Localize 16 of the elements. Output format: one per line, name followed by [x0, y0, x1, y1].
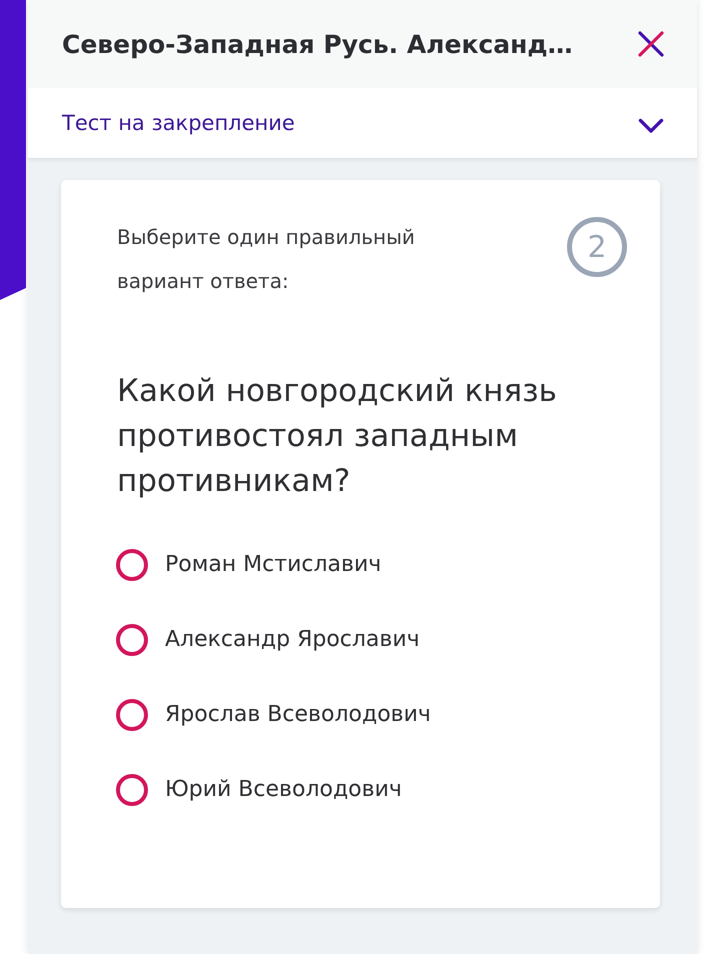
radio-button[interactable] [116, 698, 148, 730]
close-button[interactable] [638, 31, 664, 57]
radio-button[interactable] [116, 548, 148, 580]
answer-label[interactable]: Александр Ярославич [165, 627, 420, 652]
close-icon [638, 31, 664, 57]
radio-button[interactable] [116, 624, 148, 656]
question-number: 2 [567, 217, 627, 277]
section-toggle[interactable]: Тест на закрепление [28, 88, 697, 159]
chevron-down-icon [638, 118, 664, 134]
instruction-text: Выберите один правильный вариант ответа: [117, 224, 416, 295]
question-text: Какой новгородский князь противостоял западным противникам? [117, 372, 558, 501]
radio-button[interactable] [116, 774, 148, 806]
lesson-title: Северо-Западная Русь. Александ… [62, 30, 573, 58]
answer-label[interactable]: Юрий Всеволодович [165, 777, 402, 802]
answer-label[interactable]: Ярослав Всеволодович [165, 702, 431, 727]
answer-label[interactable]: Роман Мстиславич [165, 552, 382, 577]
